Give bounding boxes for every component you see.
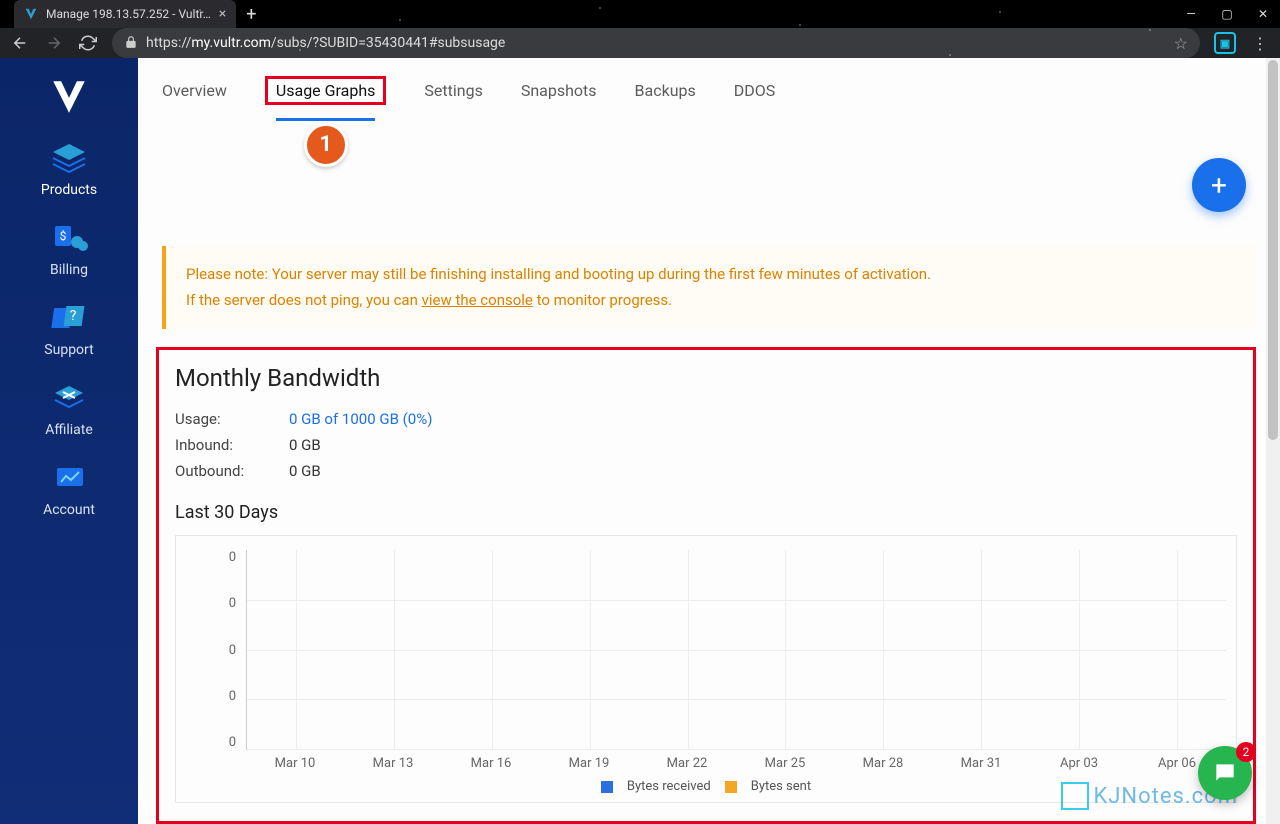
billing-icon: $ (47, 220, 91, 256)
inbound-label: Inbound: (175, 436, 289, 454)
svg-text:$: $ (60, 229, 67, 243)
scrollbar[interactable] (1266, 58, 1280, 824)
sidebar-item-account[interactable]: Account (43, 460, 95, 518)
sidebar-item-label: Billing (50, 262, 88, 278)
extension-icon[interactable]: ▣ (1214, 32, 1236, 54)
outbound-value: 0 GB (289, 462, 321, 480)
outbound-label: Outbound: (175, 462, 289, 480)
panel-title: Monthly Bandwidth (175, 364, 1237, 392)
vultr-favicon-icon (24, 7, 38, 21)
chat-button[interactable]: 2 (1198, 746, 1252, 800)
affiliate-icon (47, 380, 91, 416)
main-content: Overview Usage Graphs 1 Settings Snapsho… (138, 58, 1280, 824)
browser-menu-button[interactable]: ⋮ (1250, 33, 1270, 53)
tab-close-icon[interactable]: × (219, 6, 226, 22)
vultr-logo-icon[interactable] (48, 76, 90, 118)
view-console-link[interactable]: view the console (422, 291, 533, 309)
legend-swatch-sent (725, 781, 737, 793)
chat-icon (1212, 760, 1238, 786)
chart-plot-area (246, 550, 1226, 750)
window-close-button[interactable]: ✕ (1254, 7, 1272, 21)
chat-badge: 2 (1236, 742, 1256, 762)
tab-overview[interactable]: Overview (162, 63, 227, 118)
inbound-value: 0 GB (289, 436, 321, 454)
add-button[interactable]: + (1192, 158, 1246, 212)
page-tabs: Overview Usage Graphs 1 Settings Snapsho… (138, 58, 1280, 122)
sidebar-item-products[interactable]: Products (41, 140, 97, 198)
tab-ddos[interactable]: DDOS (734, 63, 776, 118)
forward-button[interactable] (44, 33, 64, 53)
activation-notice: Please note: Your server may still be fi… (162, 246, 1256, 329)
annotation-badge-1: 1 (304, 123, 348, 167)
usage-value[interactable]: 0 GB of 1000 GB (0%) (289, 410, 432, 428)
browser-tab-title: Manage 198.13.57.252 - Vultr… (46, 7, 211, 21)
bandwidth-chart: 00000 Mar 10Mar 13Mar 16Mar 19Mar 22Mar … (175, 535, 1237, 803)
notice-line-1: Please note: Your server may still be fi… (186, 262, 1236, 288)
new-tab-button[interactable]: + (246, 4, 256, 25)
sidebar-item-affiliate[interactable]: Affiliate (45, 380, 93, 438)
scroll-thumb[interactable] (1268, 60, 1278, 440)
products-icon (47, 140, 91, 176)
row-usage: Usage: 0 GB of 1000 GB (0%) (175, 410, 1237, 428)
browser-titlebar: Manage 198.13.57.252 - Vultr… × + — ▢ ✕ (0, 0, 1280, 28)
chart-y-axis: 00000 (186, 550, 246, 750)
address-field[interactable]: https://my.vultr.com/subs/?SUBID=3543044… (112, 28, 1200, 58)
last-30-title: Last 30 Days (175, 502, 1237, 523)
sidebar-item-support[interactable]: ? Support (44, 300, 93, 358)
sidebar: Products $ Billing ? Support Affiliate A… (0, 58, 138, 824)
sidebar-item-label: Support (44, 342, 93, 358)
tab-snapshots[interactable]: Snapshots (521, 63, 597, 118)
sidebar-item-label: Affiliate (45, 422, 93, 438)
account-icon (47, 460, 91, 496)
sidebar-item-label: Account (43, 502, 95, 518)
highlight-bandwidth-panel: Monthly Bandwidth Usage: 0 GB of 1000 GB… (156, 347, 1256, 824)
back-button[interactable] (10, 33, 30, 53)
legend-label-sent: Bytes sent (751, 779, 811, 794)
tab-usage-graphs[interactable]: Usage Graphs (276, 63, 376, 121)
window-maximize-button[interactable]: ▢ (1218, 7, 1236, 21)
usage-label: Usage: (175, 410, 289, 428)
support-icon: ? (47, 300, 91, 336)
row-outbound: Outbound: 0 GB (175, 462, 1237, 480)
chart-x-axis: Mar 10Mar 13Mar 16Mar 19Mar 22Mar 25Mar … (246, 756, 1226, 771)
row-inbound: Inbound: 0 GB (175, 436, 1237, 454)
reload-button[interactable] (78, 33, 98, 53)
tab-settings[interactable]: Settings (424, 63, 482, 118)
legend-swatch-received (601, 781, 613, 793)
sidebar-item-billing[interactable]: $ Billing (47, 220, 91, 278)
sidebar-item-label: Products (41, 182, 97, 198)
bookmark-star-icon[interactable]: ☆ (1174, 34, 1188, 53)
browser-tab[interactable]: Manage 198.13.57.252 - Vultr… × (14, 0, 236, 28)
legend-label-received: Bytes received (627, 779, 711, 794)
browser-address-bar: https://my.vultr.com/subs/?SUBID=3543044… (0, 28, 1280, 58)
chart-legend: Bytes received Bytes sent (186, 779, 1226, 794)
lock-icon (124, 34, 138, 53)
svg-text:?: ? (70, 308, 77, 324)
notice-line-2: If the server does not ping, you can vie… (186, 288, 1236, 314)
highlight-usage-graphs: Usage Graphs 1 (265, 76, 387, 105)
url-text: https://my.vultr.com/subs/?SUBID=3543044… (146, 35, 505, 51)
tab-backups[interactable]: Backups (635, 63, 696, 118)
window-minimize-button[interactable]: — (1182, 7, 1200, 21)
